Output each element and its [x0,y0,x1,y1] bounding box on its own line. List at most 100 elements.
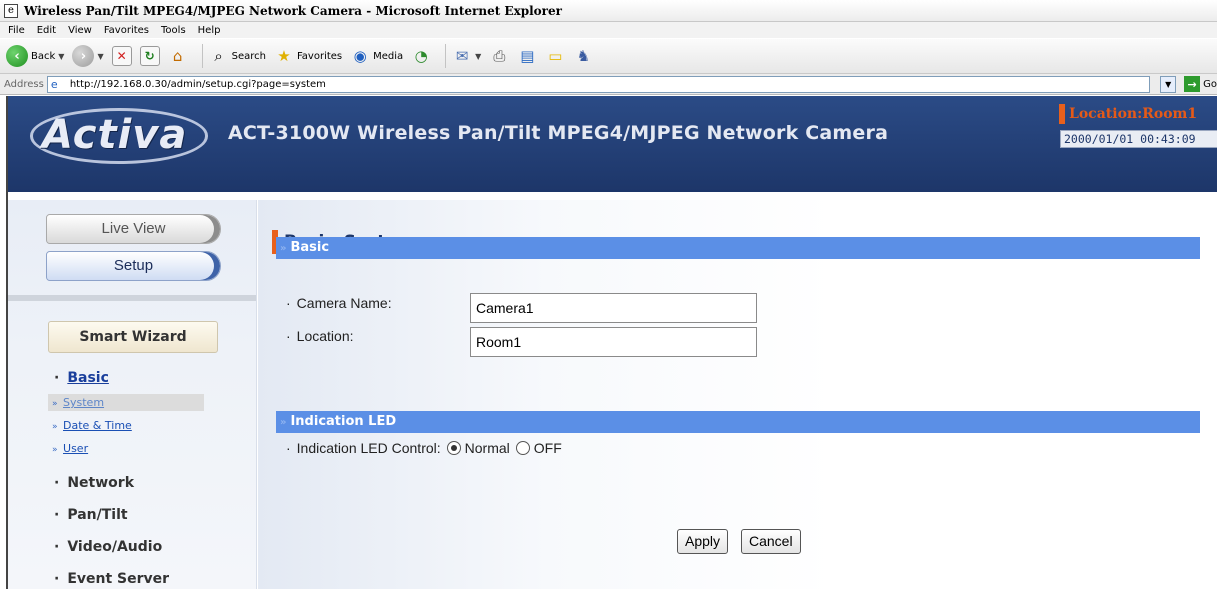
stop-icon[interactable]: ✕ [111,46,132,66]
camera-name-label: Camera Name: [296,295,392,311]
radio-selected-dot [450,445,457,451]
print-icon[interactable]: ⎙ [489,46,509,66]
led-normal-label[interactable]: Normal [465,440,510,456]
menu-favorites[interactable]: Favorites [104,25,149,36]
camera-name-row: · Camera Name: [286,295,392,311]
sidebar-subitem-user[interactable]: » User [48,440,204,457]
location-text: Location:Room1 [1069,106,1198,122]
bullet: · [54,539,60,555]
menu-edit[interactable]: Edit [37,25,56,36]
sidebar-item-pan-tilt[interactable]: · Pan/Tilt [54,507,128,523]
location-label: Location: [296,328,354,344]
sidebar-item-network[interactable]: · Network [54,475,134,491]
double-chevron-icon: » [280,243,287,254]
product-title: ACT-3100W Wireless Pan/Tilt MPEG4/MJPEG … [228,122,889,144]
cancel-button[interactable]: Cancel [741,529,801,554]
sidebar-item-event-server[interactable]: · Event Server [54,571,169,587]
refresh-icon[interactable]: ↻ [139,46,160,66]
sidebar-divider [8,295,256,301]
address-label: Address [4,78,44,90]
home-icon[interactable]: ⌂ [168,46,188,66]
section-title: Indication LED [290,414,397,429]
location-input[interactable] [470,327,757,357]
camera-name-input[interactable] [470,293,757,323]
sidebar-item-basic[interactable]: · Basic [54,370,109,386]
smart-wizard-button[interactable]: Smart Wizard [48,321,218,353]
sidebar-subitem-label: Date & Time [63,419,132,432]
notes-icon[interactable]: ▭ [545,46,565,66]
menu-file[interactable]: File [8,25,25,36]
bullet: · [286,328,291,344]
live-view-button[interactable]: Live View [46,214,221,244]
logo-word: Activa [42,112,188,158]
go-arrow-icon: → [1184,76,1201,92]
edit-icon[interactable]: ▤ [517,46,537,66]
section-title: Basic [290,240,330,255]
favorites-button[interactable]: ★ Favorites [274,46,342,66]
sidebar-subitem-date-time[interactable]: » Date & Time [48,417,204,434]
back-button[interactable]: ‹ Back ▼ [6,45,64,67]
bullet: · [286,440,291,456]
apply-button[interactable]: Apply [677,529,729,554]
toolbar-separator [201,44,203,68]
address-input[interactable]: e http://192.168.0.30/admin/setup.cgi?pa… [46,75,1151,93]
setup-button[interactable]: Setup [46,251,221,281]
sidebar-subitem-system[interactable]: » System [48,394,204,411]
page-icon: e [50,77,58,91]
led-normal-radio[interactable] [446,441,461,455]
ie-window-icon: e [4,3,18,18]
bullet: · [54,475,60,491]
bullet: · [54,507,60,523]
menu-tools[interactable]: Tools [161,25,186,36]
sidebar-item-video-audio[interactable]: · Video/Audio [54,539,162,555]
forward-arrow-icon: › [72,45,95,67]
page-left-edge [0,96,8,589]
double-chevron-icon: » [52,422,58,432]
location-row: · Location: [286,328,354,344]
menu-help[interactable]: Help [198,25,221,36]
search-icon: ⌕ [214,47,223,65]
bullet: · [286,295,291,311]
sidebar-item-label: Basic [67,370,109,386]
address-bar: Address e http://192.168.0.30/admin/setu… [0,74,1217,95]
mail-icon[interactable]: ✉ [452,46,472,66]
menu-view[interactable]: View [68,25,92,36]
bullet: · [54,571,60,587]
led-off-radio[interactable] [515,441,530,455]
section-header-basic: » Basic [276,237,1200,259]
browser-toolbar: ‹ Back ▼ › ▼ ✕ ↻ ⌂ ⌕ Search ★ Favorites … [0,38,1217,74]
back-label: Back [31,50,56,62]
address-dropdown-icon[interactable]: ▼ [1160,75,1177,93]
menubar: File Edit View Favorites Tools Help [0,22,1217,38]
location-marker [1059,104,1065,124]
led-off-label[interactable]: OFF [534,440,562,456]
camera-header: Activa ACT-3100W Wireless Pan/Tilt MPEG4… [0,96,1217,196]
media-button[interactable]: ◉ Media [350,46,404,66]
toolbar-separator [445,44,447,68]
address-url: http://192.168.0.30/admin/setup.cgi?page… [69,78,326,90]
bullet: · [54,370,60,386]
datetime-display: 2000/01/01 00:43:09 [1060,130,1217,148]
star-icon: ★ [277,47,291,65]
led-control-row: · Indication LED Control: Normal OFF [286,440,562,456]
messenger-icon[interactable]: ♞ [573,46,593,66]
media-label: Media [373,50,404,62]
sidebar: Live View Setup Smart Wizard · Basic » Sy… [8,200,257,589]
history-icon[interactable]: ◔ [411,46,431,66]
activa-logo: Activa [30,108,208,164]
section-header-indication-led: » Indication LED [276,411,1200,433]
sidebar-item-label: Event Server [67,571,170,587]
forward-dropdown-icon[interactable]: ▼ [97,52,103,61]
sidebar-item-label: Network [67,475,134,491]
search-button[interactable]: ⌕ Search [209,46,266,66]
double-chevron-icon: » [280,417,287,428]
go-button[interactable]: → Go [1184,76,1217,92]
mail-dropdown-icon[interactable]: ▼ [475,52,481,61]
search-label: Search [231,50,266,62]
window-titlebar: e Wireless Pan/Tilt MPEG4/MJPEG Network … [0,0,1217,22]
forward-button[interactable]: › ▼ [72,45,104,67]
main-content: Basic » System »Basic · Camera Name: · L… [258,200,1217,589]
led-control-label: Indication LED Control: [296,440,441,456]
media-icon: ◉ [353,47,367,65]
back-dropdown-icon[interactable]: ▼ [58,52,64,61]
